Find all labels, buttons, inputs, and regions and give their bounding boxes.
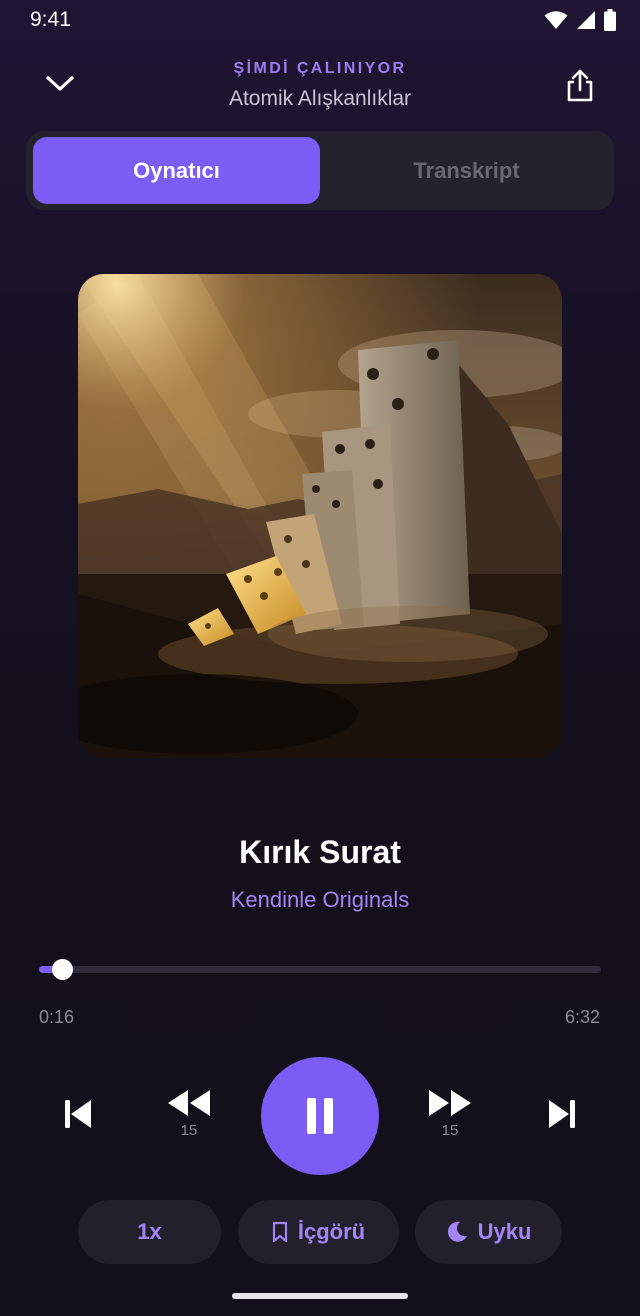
- pause-button[interactable]: [261, 1057, 379, 1175]
- skip-next-icon: [549, 1100, 575, 1128]
- insight-button[interactable]: İçgörü: [238, 1200, 399, 1264]
- fast-forward-icon: [429, 1090, 471, 1116]
- next-button[interactable]: [546, 1097, 578, 1131]
- elapsed-time: 0:16: [39, 1007, 75, 1027]
- cover-artwork: [78, 274, 562, 758]
- domino-artwork-image: [78, 274, 562, 758]
- pause-icon: [307, 1098, 333, 1134]
- now-playing-label: ŞİMDİ ÇALINIYOR: [233, 60, 407, 77]
- progress-slider[interactable]: [39, 959, 601, 980]
- progress-thumb[interactable]: [52, 959, 74, 980]
- view-tabs: Oynatıcı Transkript: [26, 131, 614, 210]
- home-indicator[interactable]: [232, 1293, 408, 1299]
- rewind-icon: [168, 1090, 210, 1116]
- skip-previous-icon: [65, 1100, 91, 1128]
- battery-icon: [604, 9, 616, 31]
- signal-icon: [577, 11, 595, 29]
- episode-author[interactable]: Kendinle Originals: [0, 887, 640, 913]
- rewind-15-button[interactable]: 15: [166, 1088, 212, 1139]
- total-time: 6:32: [564, 1007, 600, 1027]
- book-title: Atomik Alışkanlıklar: [228, 87, 412, 110]
- share-icon: [567, 69, 593, 102]
- tab-transcript[interactable]: Transkript: [326, 137, 607, 204]
- previous-button[interactable]: [62, 1097, 94, 1131]
- forward-seconds-label: 15: [441, 1122, 459, 1139]
- speed-label: 1x: [137, 1219, 162, 1244]
- forward-15-button[interactable]: 15: [427, 1088, 473, 1139]
- status-bar: 9:41: [0, 0, 640, 40]
- sleep-label: Uyku: [477, 1219, 532, 1244]
- tab-player[interactable]: Oynatıcı: [33, 137, 320, 204]
- playback-speed-button[interactable]: 1x: [78, 1200, 221, 1264]
- sleep-timer-button[interactable]: Uyku: [415, 1200, 562, 1264]
- insight-label: İçgörü: [297, 1219, 366, 1244]
- player-header: ŞİMDİ ÇALINIYOR Atomik Alışkanlıklar: [0, 50, 640, 120]
- bookmark-icon: [272, 1221, 287, 1243]
- moon-icon: [447, 1221, 467, 1242]
- episode-title: Kırık Surat: [239, 834, 401, 870]
- rewind-seconds-label: 15: [180, 1122, 198, 1139]
- wifi-icon: [544, 11, 568, 29]
- player-screen: 9:41 ŞİMDİ ÇALINIYOR Atomik Alışkanlıkla…: [0, 0, 640, 1316]
- share-button[interactable]: [558, 64, 602, 108]
- status-icons: [544, 9, 616, 31]
- status-time: 9:41: [30, 8, 71, 31]
